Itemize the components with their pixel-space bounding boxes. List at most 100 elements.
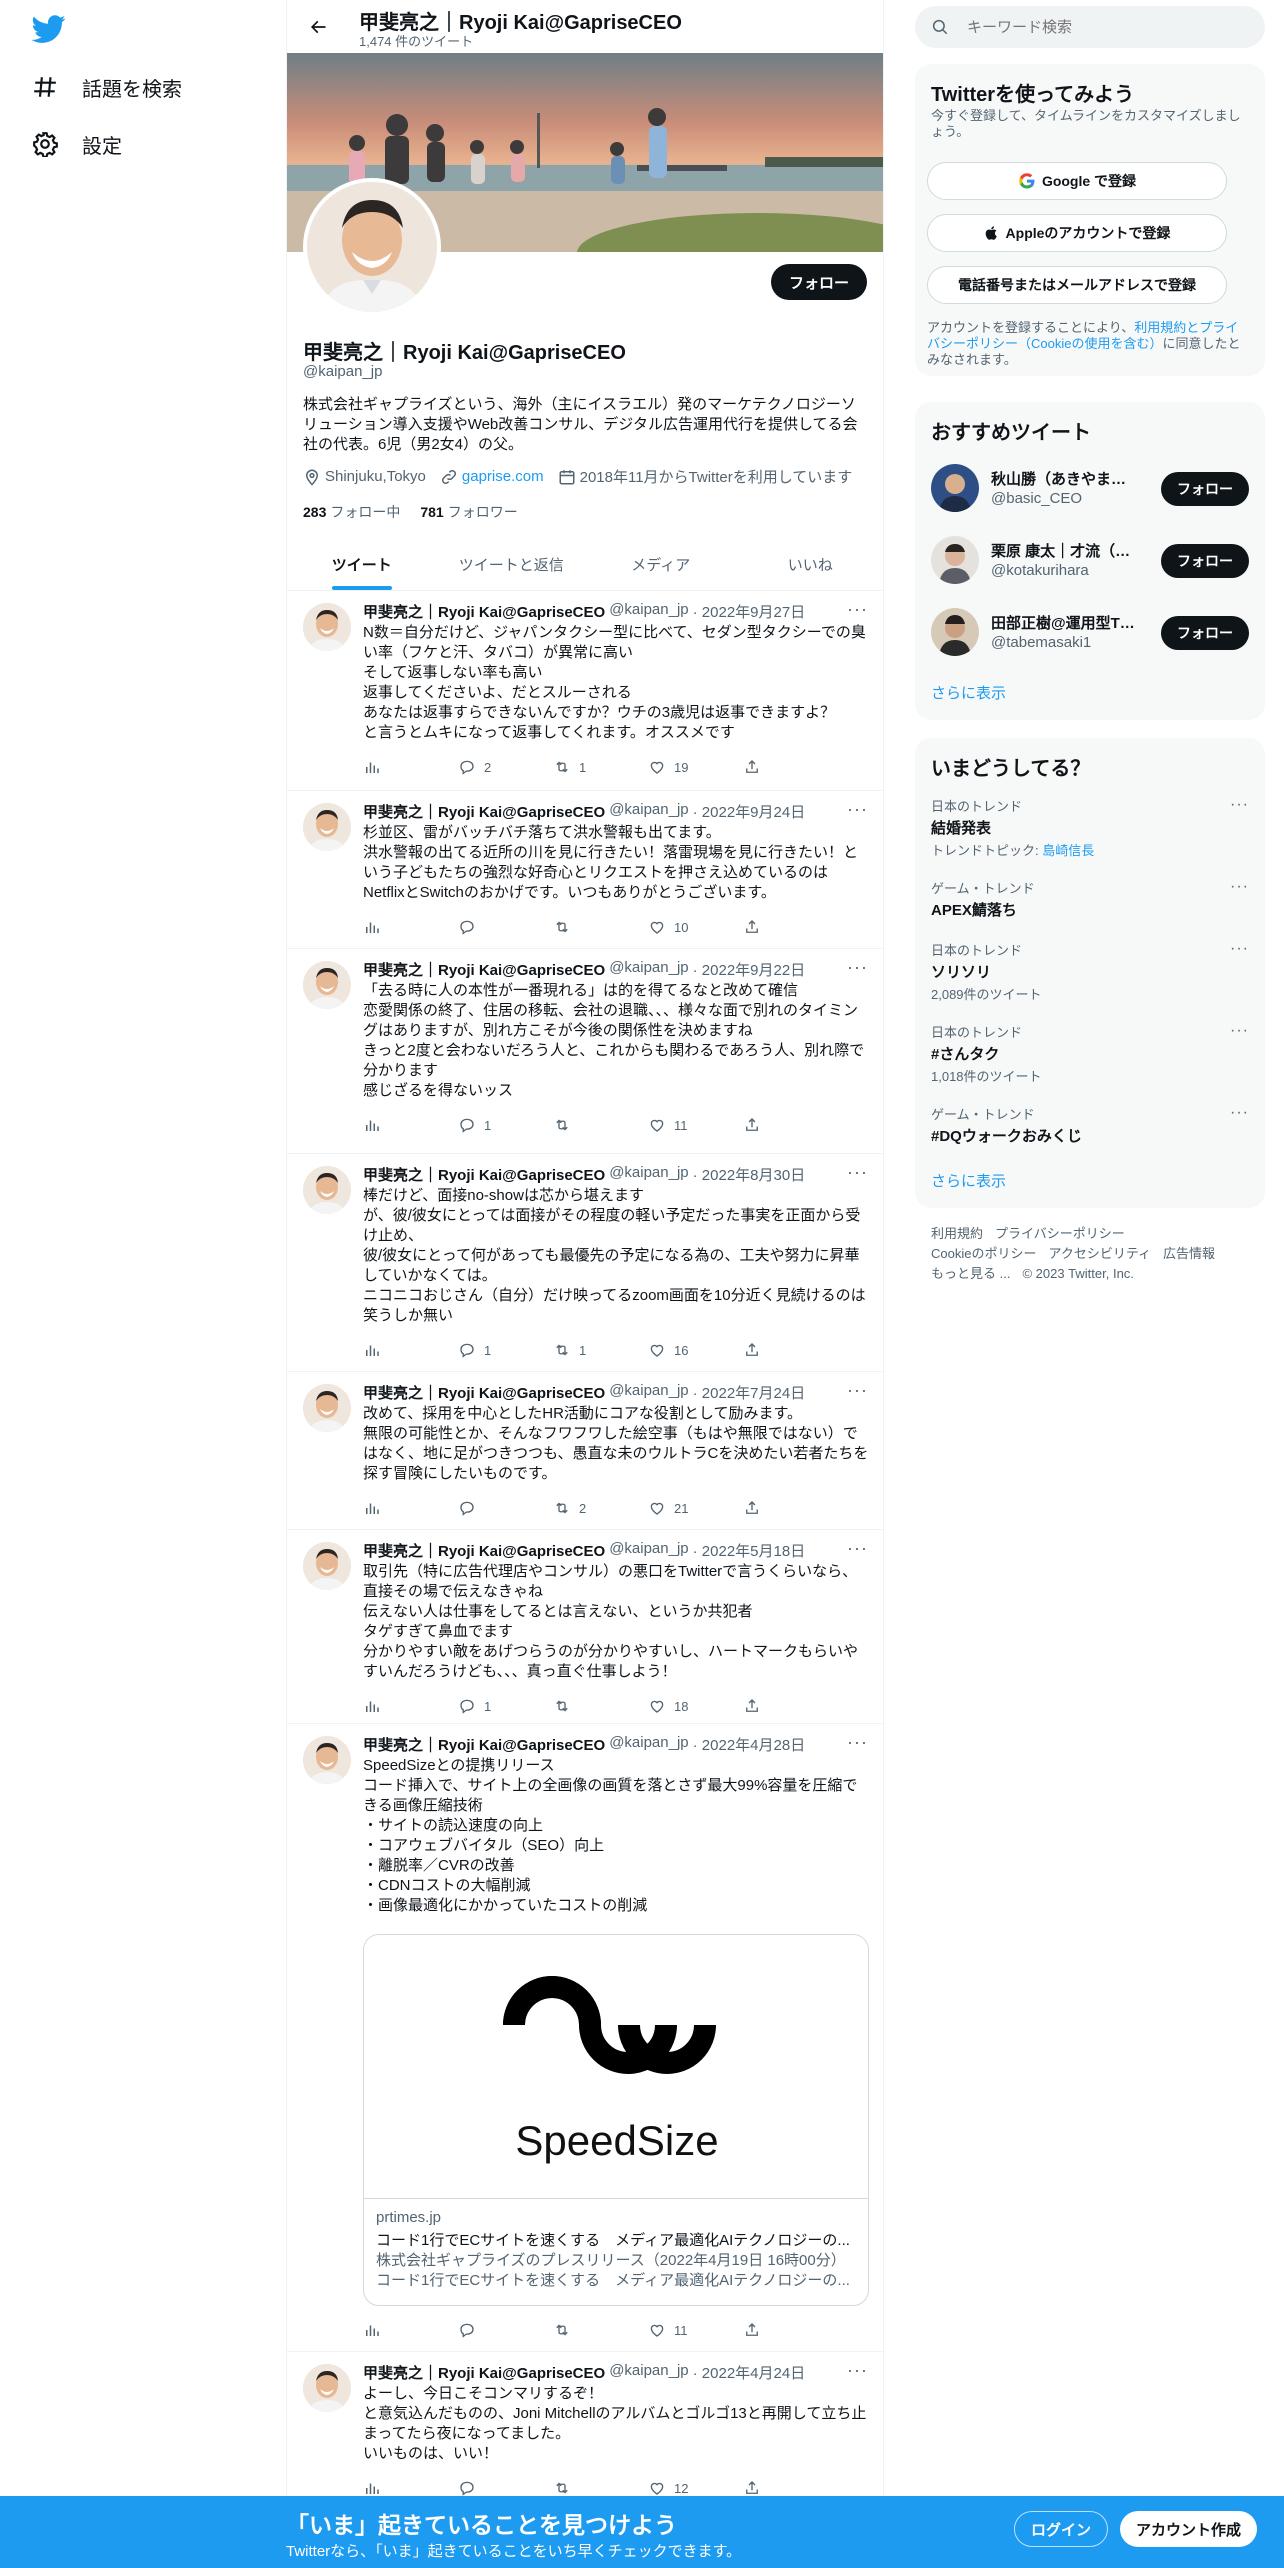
tweet-author-handle[interactable]: @kaipan_jp <box>609 2362 688 2383</box>
tweet-author-name[interactable]: 甲斐亮之｜Ryoji Kai@GapriseCEO <box>363 1382 605 1403</box>
more-options-icon[interactable]: ··· <box>847 1732 869 1753</box>
more-options-icon[interactable]: ··· <box>1230 796 1249 814</box>
tweet-author-handle[interactable]: @kaipan_jp <box>609 1734 688 1755</box>
tweet-author-name[interactable]: 甲斐亮之｜Ryoji Kai@GapriseCEO <box>363 1164 605 1185</box>
recommend-more-link[interactable]: さらに表示 <box>931 682 1006 703</box>
tweet-date[interactable]: · 2022年4月28日 <box>693 1734 806 1755</box>
avatar[interactable] <box>931 464 979 512</box>
stats-icon[interactable] <box>363 1340 413 1360</box>
reply-button[interactable] <box>458 2478 508 2498</box>
trends-more-link[interactable]: さらに表示 <box>931 1170 1006 1191</box>
back-arrow-icon[interactable] <box>303 12 333 42</box>
profile-website[interactable]: gaprise.com <box>440 468 544 486</box>
footer-link-accessibility[interactable]: アクセシビリティ <box>1048 1246 1151 1261</box>
tab-media[interactable]: メディア <box>586 538 736 590</box>
like-button[interactable]: 11 <box>648 1115 698 1135</box>
tweet-author-name[interactable]: 甲斐亮之｜Ryoji Kai@GapriseCEO <box>363 601 605 622</box>
recommended-user-name[interactable]: 田部正樹@運用型TVCM <box>991 612 1141 633</box>
recommended-user-name[interactable]: 栗原 康太｜才流（サイル） <box>991 540 1141 561</box>
recommended-user[interactable]: 田部正樹@運用型TVCM @tabemasaki1 フォロー <box>931 606 1249 658</box>
tweet-author-handle[interactable]: @kaipan_jp <box>609 801 688 822</box>
tweet[interactable]: 甲斐亮之｜Ryoji Kai@GapriseCEO @kaipan_jp · 2… <box>287 791 883 949</box>
retweet-button[interactable] <box>553 1696 603 1716</box>
share-icon[interactable] <box>743 757 793 777</box>
login-button[interactable]: ログイン <box>1014 2511 1109 2547</box>
share-icon[interactable] <box>743 1498 793 1518</box>
tweet-author-handle[interactable]: @kaipan_jp <box>609 1164 688 1185</box>
footer-link-terms[interactable]: 利用規約 <box>931 1226 983 1241</box>
share-icon[interactable] <box>743 917 793 937</box>
like-button[interactable]: 16 <box>648 1340 698 1360</box>
apple-signup-button[interactable]: Appleのアカウントで登録 <box>927 214 1227 252</box>
tweet[interactable]: 甲斐亮之｜Ryoji Kai@GapriseCEO @kaipan_jp · 2… <box>287 1154 883 1372</box>
more-options-icon[interactable]: ··· <box>1230 940 1249 958</box>
more-options-icon[interactable]: ··· <box>847 799 869 820</box>
more-options-icon[interactable]: ··· <box>847 1538 869 1559</box>
tweet-author-name[interactable]: 甲斐亮之｜Ryoji Kai@GapriseCEO <box>363 959 605 980</box>
share-icon[interactable] <box>743 1340 793 1360</box>
footer-link-more[interactable]: もっと見る ... <box>931 1266 1010 1281</box>
share-icon[interactable] <box>743 2478 793 2498</box>
signup-button[interactable]: アカウント作成 <box>1120 2511 1258 2547</box>
tab-tweets[interactable]: ツイート <box>287 538 437 590</box>
recommended-user-name[interactable]: 秋山勝（あきやままさる） <box>991 468 1141 489</box>
nav-settings[interactable]: 設定 <box>32 122 122 166</box>
share-icon[interactable] <box>743 2320 793 2340</box>
like-button[interactable]: 21 <box>648 1498 698 1518</box>
tweet[interactable]: 甲斐亮之｜Ryoji Kai@GapriseCEO @kaipan_jp · 2… <box>287 591 883 791</box>
search-box[interactable] <box>915 6 1265 48</box>
avatar[interactable] <box>931 536 979 584</box>
tweet-avatar[interactable] <box>303 1736 351 1784</box>
more-options-icon[interactable]: ··· <box>1230 1022 1249 1040</box>
nav-explore[interactable]: 話題を検索 <box>32 65 182 109</box>
link-card[interactable]: SpeedSize prtimes.jp コード1行でECサイトを速くする メデ… <box>363 1934 869 2306</box>
tweet-avatar[interactable] <box>303 1542 351 1590</box>
tweet-avatar[interactable] <box>303 603 351 651</box>
like-button[interactable]: 19 <box>648 757 698 777</box>
retweet-button[interactable] <box>553 2320 603 2340</box>
retweet-button[interactable] <box>553 1115 603 1135</box>
stats-icon[interactable] <box>363 1696 413 1716</box>
more-options-icon[interactable]: ··· <box>1230 1104 1249 1122</box>
reply-button[interactable]: 1 <box>458 1340 508 1360</box>
tweet-date[interactable]: · 2022年9月24日 <box>693 801 806 822</box>
tab-tweets-replies[interactable]: ツイートと返信 <box>437 538 587 590</box>
more-options-icon[interactable]: ··· <box>847 1162 869 1183</box>
tweet[interactable]: 甲斐亮之｜Ryoji Kai@GapriseCEO @kaipan_jp · 2… <box>287 1724 883 2352</box>
tweet-author-name[interactable]: 甲斐亮之｜Ryoji Kai@GapriseCEO <box>363 801 605 822</box>
tweet-date[interactable]: · 2022年7月24日 <box>693 1382 806 1403</box>
trend-item[interactable]: 日本のトレンド #さんタク 1,018件のツイート ··· <box>931 1022 1249 1085</box>
tweet-date[interactable]: · 2022年8月30日 <box>693 1164 806 1185</box>
stats-icon[interactable] <box>363 1115 413 1135</box>
reply-button[interactable]: 1 <box>458 1115 508 1135</box>
tweet-author-name[interactable]: 甲斐亮之｜Ryoji Kai@GapriseCEO <box>363 2362 605 2383</box>
tweet-avatar[interactable] <box>303 2364 351 2412</box>
tweet-author-name[interactable]: 甲斐亮之｜Ryoji Kai@GapriseCEO <box>363 1540 605 1561</box>
retweet-button[interactable]: 1 <box>553 757 603 777</box>
twitter-logo-icon[interactable] <box>31 12 66 46</box>
tweet-author-handle[interactable]: @kaipan_jp <box>609 601 688 622</box>
tweet-date[interactable]: · 2022年4月24日 <box>693 2362 806 2383</box>
trend-item[interactable]: 日本のトレンド ソリソリ 2,089件のツイート ··· <box>931 940 1249 1003</box>
profile-avatar[interactable] <box>303 178 441 316</box>
tweet[interactable]: 甲斐亮之｜Ryoji Kai@GapriseCEO @kaipan_jp · 2… <box>287 1530 883 1724</box>
share-icon[interactable] <box>743 1115 793 1135</box>
tweet[interactable]: 甲斐亮之｜Ryoji Kai@GapriseCEO @kaipan_jp · 2… <box>287 949 883 1154</box>
retweet-button[interactable] <box>553 2478 603 2498</box>
avatar[interactable] <box>931 608 979 656</box>
footer-link-cookies[interactable]: Cookieのポリシー <box>931 1246 1036 1261</box>
tweet-avatar[interactable] <box>303 1166 351 1214</box>
more-options-icon[interactable]: ··· <box>847 2360 869 2381</box>
trend-item[interactable]: ゲーム・トレンド #DQウォークおみくじ ··· <box>931 1104 1249 1146</box>
stats-icon[interactable] <box>363 2478 413 2498</box>
recommended-user[interactable]: 秋山勝（あきやままさる） @basic_CEO フォロー <box>931 462 1249 514</box>
follow-button[interactable]: フォロー <box>770 264 867 300</box>
reply-button[interactable]: 2 <box>458 757 508 777</box>
reply-button[interactable] <box>458 2320 508 2340</box>
tweet-date[interactable]: · 2022年9月27日 <box>693 601 806 622</box>
more-options-icon[interactable]: ··· <box>847 599 869 620</box>
retweet-button[interactable]: 1 <box>553 1340 603 1360</box>
tweet-avatar[interactable] <box>303 803 351 851</box>
trend-item[interactable]: ゲーム・トレンド APEX鯖落ち ··· <box>931 878 1249 920</box>
tweet-date[interactable]: · 2022年5月18日 <box>693 1540 806 1561</box>
